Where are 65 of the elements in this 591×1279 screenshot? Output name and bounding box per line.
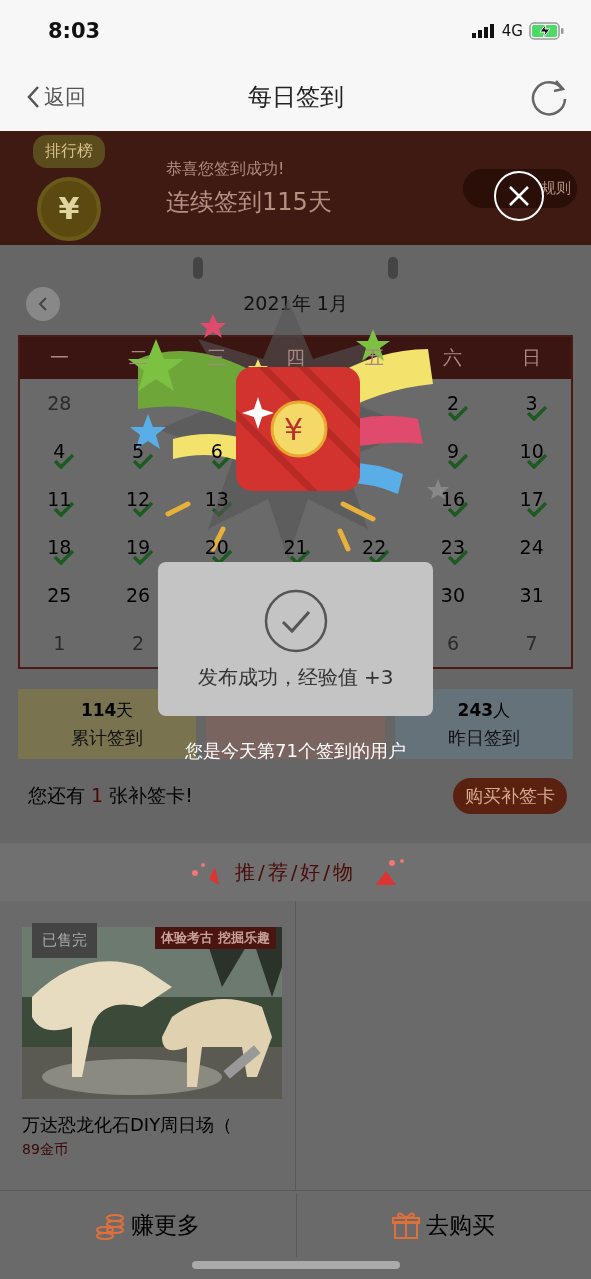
stat-label: 昨日签到: [447, 725, 520, 750]
calendar-day[interactable]: 1: [53, 632, 66, 654]
calendar-day[interactable]: 4: [53, 440, 66, 462]
calendar-day[interactable]: 5: [132, 440, 145, 462]
makeup-card-text: 您还有 1 张补签卡!: [28, 783, 193, 808]
weekday-label: 一: [48, 345, 70, 370]
yuan-sign: ¥: [284, 412, 304, 447]
calendar-day[interactable]: 19: [125, 536, 151, 558]
calendar-day[interactable]: 9: [446, 440, 459, 462]
calendar-day[interactable]: 28: [47, 392, 72, 414]
check-circle-icon: [262, 587, 329, 654]
calendar-day[interactable]: 31: [519, 584, 544, 606]
calendar-day[interactable]: 12: [125, 488, 151, 510]
product-price: 89金币: [22, 1141, 69, 1159]
weekday-label: 四: [285, 345, 306, 370]
battery-charging-icon: [529, 22, 565, 40]
stat-label: 累计签到: [71, 725, 144, 750]
chevron-left-icon: [26, 84, 40, 109]
rules-button[interactable]: 规则: [463, 168, 577, 208]
calendar-day[interactable]: 3: [525, 392, 538, 414]
greeting-text: 恭喜您签到成功!: [166, 158, 286, 180]
gift-icon: [392, 1210, 421, 1240]
calendar-day[interactable]: 25: [47, 584, 72, 606]
calendar-day[interactable]: 10: [519, 440, 544, 462]
pin-icon: [388, 257, 399, 279]
calendar-day[interactable]: 13: [204, 488, 229, 510]
signal-icon: [471, 24, 496, 38]
product-name: 万达恐龙化石DIY周日场（: [22, 1113, 234, 1137]
section-title: 推/荐/好/物: [234, 858, 357, 886]
weekday-label: 日: [521, 345, 543, 370]
calendar-day[interactable]: 7: [525, 632, 538, 654]
toast-message: 发布成功，经验值 +3: [197, 663, 394, 691]
ranking-badge[interactable]: 排行榜: [33, 135, 105, 169]
stat-value: 243人: [457, 698, 511, 722]
calendar-day[interactable]: 6: [446, 632, 459, 654]
calendar-day[interactable]: 16: [440, 488, 465, 510]
back-button[interactable]: 返回: [26, 82, 86, 111]
chevron-left-icon: [38, 297, 48, 311]
status-time: 8:03: [48, 19, 101, 43]
weekday-label: 六: [442, 345, 464, 370]
sold-out-badge: 已售完: [32, 923, 97, 958]
calendar-day[interactable]: 24: [519, 536, 544, 558]
calendar-day[interactable]: 21: [283, 536, 308, 558]
calendar-day[interactable]: 2: [132, 632, 145, 654]
go-shop-button[interactable]: 去购买: [295, 1193, 591, 1257]
weekday-label: 五: [363, 345, 385, 370]
calendar-day[interactable]: 22: [362, 536, 387, 558]
page-title: 每日签到: [247, 81, 344, 113]
stat-value: 114天: [80, 698, 134, 722]
rank-message: 您是今天第71个签到的用户: [185, 739, 406, 763]
calendar-day[interactable]: 26: [125, 584, 151, 606]
network-type: 4G: [501, 22, 523, 40]
calendar-day[interactable]: 11: [47, 488, 72, 510]
calendar-day[interactable]: 30: [440, 584, 465, 606]
calendar-day[interactable]: 2: [446, 392, 459, 414]
calendar-day[interactable]: 18: [47, 536, 72, 558]
calendar-day[interactable]: 17: [519, 488, 544, 510]
month-title: 2021年 1月: [243, 291, 348, 316]
pin-icon: [192, 257, 203, 279]
promo-tag: 体验考古 挖掘乐趣: [155, 927, 276, 949]
streak-text: 连续签到115天: [166, 186, 333, 218]
coin-icon: ¥: [37, 176, 101, 241]
earn-more-button[interactable]: 赚更多: [0, 1193, 296, 1257]
buy-card-button[interactable]: 购买补签卡: [453, 778, 567, 814]
calendar-day[interactable]: 23: [440, 536, 465, 558]
